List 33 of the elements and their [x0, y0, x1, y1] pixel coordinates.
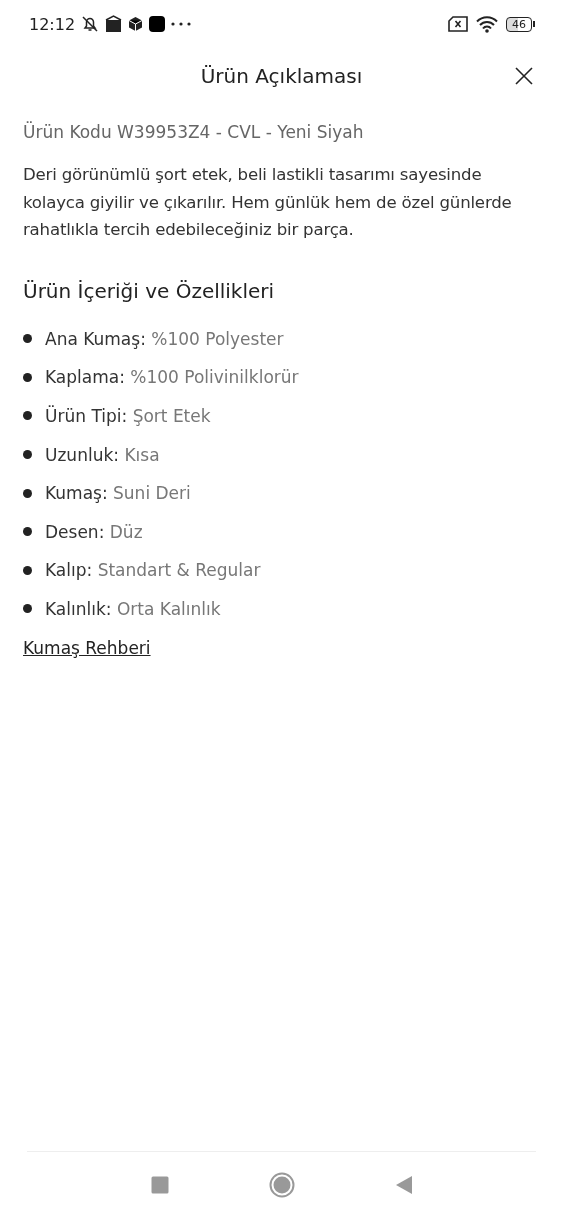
clock-time: 12:12	[29, 14, 76, 34]
battery-indicator: 46	[506, 16, 535, 32]
feature-text: Kalınlık: Orta Kalınlık	[45, 598, 221, 619]
cube-icon	[128, 16, 144, 32]
bullet-icon	[23, 565, 32, 575]
feature-text: Ana Kumaş: %100 Polyester	[45, 328, 284, 349]
feature-text: Desen: Düz	[45, 521, 143, 542]
feature-text: Kaplama: %100 Polivinilklorür	[45, 367, 299, 388]
bullet-icon	[23, 334, 32, 344]
home-button[interactable]	[268, 1172, 295, 1198]
bullet-icon	[23, 488, 32, 498]
product-description: Deri görünümlü şort etek, beli lastikli tasarımı sayesinde kolayca giyilir ve çıkarılır. Hem günlük hem de özel günlerde rahatlıkla tercih edebileceğiniz bir parça.	[23, 164, 513, 241]
section-heading: Ürün İçeriği ve Özellikleri	[23, 277, 276, 305]
feature-text: Kumaş: Suni Deri	[45, 483, 191, 504]
feature-text: Uzunluk: Kısa	[45, 444, 160, 465]
feature-text: Kalıp: Standart & Regular	[45, 560, 261, 581]
wifi-icon	[476, 15, 498, 33]
bullet-icon	[23, 527, 32, 537]
fabric-guide-link[interactable]: Kumaş Rehberi	[23, 638, 151, 659]
sheet-title: Ürün Açıklaması	[200, 64, 363, 88]
recents-button[interactable]	[150, 1176, 169, 1194]
bullet-icon	[23, 372, 32, 382]
back-button[interactable]	[394, 1175, 413, 1195]
bullet-icon	[23, 604, 32, 614]
bullet-icon	[23, 450, 32, 460]
no-sim-icon	[448, 16, 468, 32]
product-code: Ürün Kodu W39953Z4 - CVL - Yeni Siyah	[23, 120, 365, 144]
app-icon	[149, 16, 166, 32]
close-button[interactable]	[513, 65, 535, 87]
more-icon	[171, 22, 192, 26]
feature-text: Ürün Tipi: Şort Etek	[45, 406, 211, 426]
muted-bell-icon	[81, 15, 100, 33]
bullet-icon	[23, 411, 32, 421]
